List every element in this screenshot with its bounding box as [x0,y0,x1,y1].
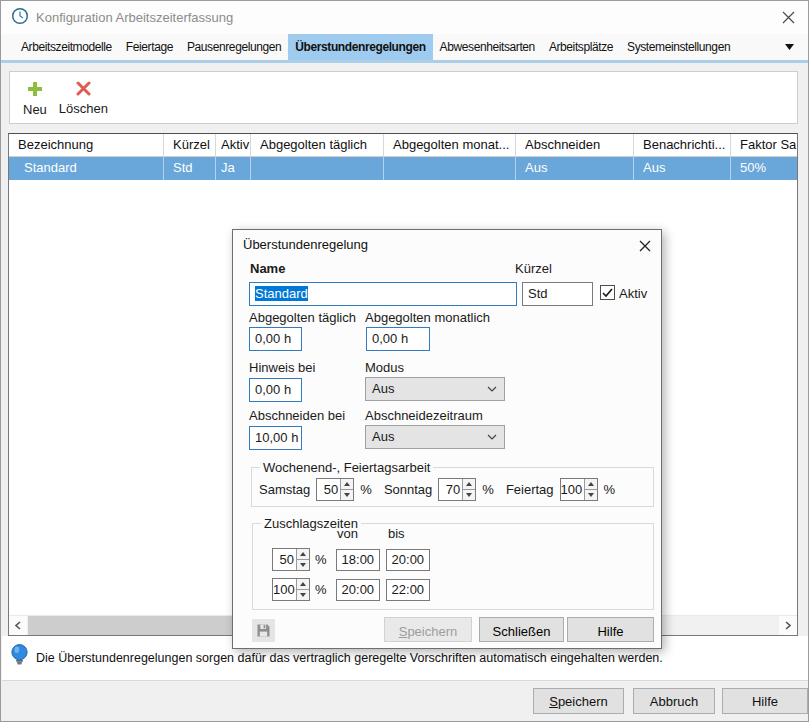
col-abgegolten-taeglich[interactable]: Abgegolten täglich [251,134,384,156]
delete-button[interactable]: Löschen [59,81,108,123]
abgegolten-taeglich-label: Abgegolten täglich [249,310,356,325]
aktiv-label: Aktiv [619,286,647,301]
dialog-close-button2[interactable]: Schließen [479,617,564,642]
abschneidezeitraum-label: Abschneidezeitraum [365,408,483,423]
dialog-save-button[interactable]: Speichern [384,617,472,642]
tab-abwesenheitsarten[interactable]: Abwesenheitsarten [433,34,542,60]
title-bar: Konfiguration Arbeitszeiterfassung [1,1,808,34]
abschneiden-label: Abschneiden bei [249,408,345,423]
scroll-left-button[interactable] [9,616,27,635]
sonntag-up[interactable] [463,479,475,490]
tab-systemeinstellungen[interactable]: Systemeinstellungen [620,34,737,60]
cancel-button[interactable]: Abbruch [633,688,715,714]
col-bezeichnung[interactable]: Bezeichnung [9,134,164,156]
delete-x-icon [76,81,91,99]
zuschlag-percent-spinner-1[interactable]: 50 [272,548,310,571]
abgegolten-monatlich-label: Abgegolten monatlich [365,310,490,325]
col-aktiv[interactable]: Aktiv [216,134,251,156]
tab-feiertage[interactable]: Feiertage [119,34,180,60]
col-abschneiden[interactable]: Abschneiden [516,134,634,156]
dialog-close-button[interactable] [637,238,653,254]
sonntag-label: Sonntag [384,482,432,497]
hinweis-label: Hinweis bei [249,360,315,375]
tab-arbeitszeitmodelle[interactable]: Arbeitszeitmodelle [14,34,119,60]
abgegolten-taeglich-input[interactable]: 0,00 h [249,327,302,351]
modus-select[interactable]: Aus [365,377,505,401]
feiertag-spinner[interactable]: 100 [560,478,598,501]
table-header: Bezeichnung Kürzel Aktiv Abgegolten tägl… [9,134,797,157]
zuschlag-von-input-1[interactable]: 18:00 [336,549,380,571]
new-button[interactable]: Neu [23,81,47,123]
sonntag-down[interactable] [463,490,475,500]
abschneiden-input[interactable]: 10,00 h [249,426,302,450]
col-faktor-sa[interactable]: Faktor Sa [731,134,797,156]
save-disk-button[interactable] [252,619,275,642]
samstag-up[interactable] [341,479,353,490]
scroll-right-button[interactable] [779,616,797,635]
kuerzel-input[interactable]: Std [522,282,593,306]
samstag-spinner[interactable]: 50 [316,478,354,501]
app-window: Konfiguration Arbeitszeiterfassung Arbei… [0,0,809,722]
overtime-rule-dialog: Überstundenregelung Name Standard Kürzel… [232,229,662,649]
col-benachrichtigung[interactable]: Benachrichti... [634,134,731,156]
name-input[interactable]: Standard [249,282,517,306]
tab-overflow-button[interactable] [785,34,794,60]
abgegolten-monatlich-input[interactable]: 0,00 h [366,327,430,351]
zuschlag-percent-spinner-2[interactable]: 100 [272,578,310,601]
footer-bar: Speichern Abbruch Hilfe [2,681,809,722]
tab-pausenregelungen[interactable]: Pausenregelungen [180,34,288,60]
von-label: von [337,526,358,541]
clock-icon [11,7,29,28]
window-close-button[interactable] [780,9,796,25]
samstag-label: Samstag [259,482,310,497]
name-label: Name [250,261,285,276]
weekend-group: Wochenend-, Feiertagsarbeit Samstag 50 %… [251,460,654,507]
tab-ueberstundenregelungen[interactable]: Überstundenregelungen [288,34,432,60]
window-title: Konfiguration Arbeitszeiterfassung [36,10,233,25]
col-abgegolten-monatlich[interactable]: Abgegolten monat... [384,134,516,156]
toolbar: Neu Löschen [9,71,798,124]
table-row-standard[interactable]: Standard Std Ja Aus Aus 50% [9,157,797,180]
feiertag-down[interactable] [585,490,597,500]
abschneidezeitraum-select[interactable]: Aus [365,425,505,449]
bulb-icon [11,644,28,672]
plus-icon [27,81,43,100]
weekend-group-legend: Wochenend-, Feiertagsarbeit [260,460,433,475]
samstag-down[interactable] [341,490,353,500]
zuschlag-von-input-2[interactable]: 20:00 [336,579,380,601]
dialog-title: Überstundenregelung [243,237,368,252]
hint-text: Die Überstundenregelungen sorgen dafür d… [36,651,663,665]
col-kuerzel[interactable]: Kürzel [164,134,216,156]
bis-label: bis [388,526,405,541]
modus-label: Modus [365,360,404,375]
tab-bar: Arbeitszeitmodelle Feiertage Pausenregel… [1,34,808,63]
aktiv-checkbox[interactable] [600,285,615,300]
sonntag-spinner[interactable]: 70 [438,478,476,501]
dialog-help-button[interactable]: Hilfe [567,617,654,642]
help-button[interactable]: Hilfe [722,688,808,714]
feiertag-label: Feiertag [506,482,554,497]
tab-arbeitsplaetze[interactable]: Arbeitsplätze [542,34,620,60]
kuerzel-label: Kürzel [515,261,552,276]
hinweis-input[interactable]: 0,00 h [249,378,302,402]
feiertag-up[interactable] [585,479,597,490]
zuschlag-bis-input-2[interactable]: 22:00 [386,579,430,601]
save-button[interactable]: Speichern [533,688,624,714]
zuschlag-bis-input-1[interactable]: 20:00 [386,549,430,571]
